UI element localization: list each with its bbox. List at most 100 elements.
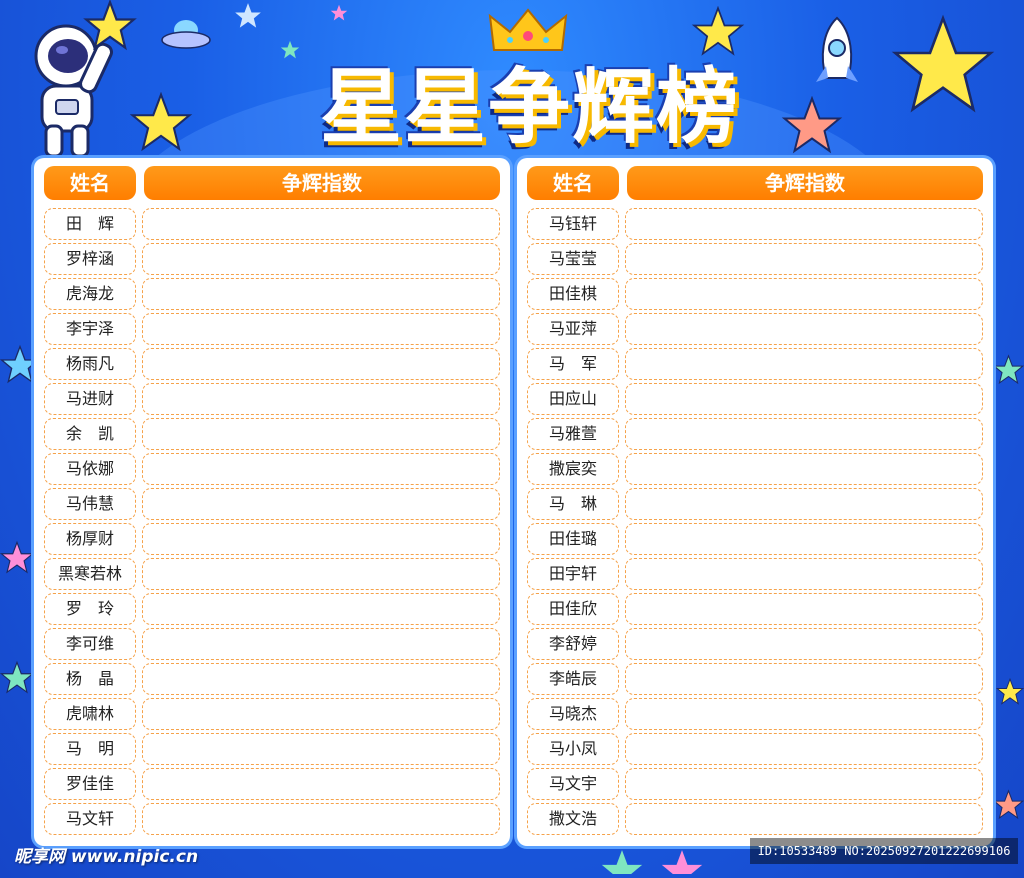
name-cell: 李宇泽 — [44, 313, 136, 345]
star-icon — [993, 789, 1024, 820]
table-row: 李皓辰 — [527, 663, 983, 695]
score-cell[interactable] — [142, 768, 500, 800]
name-cell: 田宇轩 — [527, 558, 619, 590]
score-header: 争辉指数 — [144, 166, 500, 200]
score-cell[interactable] — [625, 383, 983, 415]
score-cell[interactable] — [142, 313, 500, 345]
name-cell: 田应山 — [527, 383, 619, 415]
name-cell: 马钰轩 — [527, 208, 619, 240]
table-row: 余 凯 — [44, 418, 500, 450]
name-cell: 田 辉 — [44, 208, 136, 240]
name-cell: 马伟慧 — [44, 488, 136, 520]
name-cell: 马文轩 — [44, 803, 136, 835]
score-cell[interactable] — [142, 523, 500, 555]
name-cell: 马依娜 — [44, 453, 136, 485]
name-cell: 马小凤 — [527, 733, 619, 765]
star-icon — [993, 354, 1024, 385]
score-cell[interactable] — [625, 523, 983, 555]
table-row: 田宇轩 — [527, 558, 983, 590]
score-cell[interactable] — [142, 453, 500, 485]
name-cell: 马亚萍 — [527, 313, 619, 345]
star-icon — [235, 3, 261, 28]
score-cell[interactable] — [625, 418, 983, 450]
name-cell: 李皓辰 — [527, 663, 619, 695]
score-cell[interactable] — [625, 208, 983, 240]
name-cell: 马晓杰 — [527, 698, 619, 730]
score-cell[interactable] — [142, 628, 500, 660]
score-cell[interactable] — [625, 453, 983, 485]
name-cell: 田佳璐 — [527, 523, 619, 555]
score-cell[interactable] — [142, 663, 500, 695]
score-cell[interactable] — [625, 803, 983, 835]
name-cell: 马 明 — [44, 733, 136, 765]
name-header: 姓名 — [527, 166, 619, 200]
score-cell[interactable] — [142, 803, 500, 835]
star-icon — [0, 540, 34, 574]
table-row: 马文轩 — [44, 803, 500, 835]
table-row: 马进财 — [44, 383, 500, 415]
table-row: 马文宇 — [527, 768, 983, 800]
table-row: 马伟慧 — [44, 488, 500, 520]
name-cell: 田佳欣 — [527, 593, 619, 625]
table-row: 田佳璐 — [527, 523, 983, 555]
score-header: 争辉指数 — [627, 166, 983, 200]
score-cell[interactable] — [625, 488, 983, 520]
score-cell[interactable] — [625, 348, 983, 380]
score-cell[interactable] — [142, 243, 500, 275]
score-cell[interactable] — [142, 733, 500, 765]
table-row: 杨厚财 — [44, 523, 500, 555]
score-cell[interactable] — [142, 593, 500, 625]
table-row: 田 辉 — [44, 208, 500, 240]
table-row: 田应山 — [527, 383, 983, 415]
star-icon — [891, 14, 995, 113]
star-icon — [83, 0, 137, 51]
score-cell[interactable] — [625, 593, 983, 625]
name-cell: 田佳棋 — [527, 278, 619, 310]
table-row: 马小凤 — [527, 733, 983, 765]
score-cell[interactable] — [142, 488, 500, 520]
name-cell: 罗梓涵 — [44, 243, 136, 275]
score-cell[interactable] — [625, 733, 983, 765]
score-cell[interactable] — [625, 558, 983, 590]
score-cell[interactable] — [142, 208, 500, 240]
name-cell: 马莹莹 — [527, 243, 619, 275]
score-cell[interactable] — [625, 663, 983, 695]
table-row: 罗梓涵 — [44, 243, 500, 275]
name-cell: 余 凯 — [44, 418, 136, 450]
score-cell[interactable] — [625, 243, 983, 275]
ufo-icon — [161, 20, 211, 49]
table-row: 马 琳 — [527, 488, 983, 520]
page-title: 星星争辉榜 — [319, 60, 740, 155]
score-cell[interactable] — [142, 558, 500, 590]
score-cell[interactable] — [142, 418, 500, 450]
score-cell[interactable] — [625, 698, 983, 730]
right-panel: 姓名 争辉指数 马钰轩 马莹莹 田佳棋 马亚萍马 军田应山 马雅萱 撒宸奕马 琳田佳璐 田宇… — [517, 158, 993, 846]
name-cell: 杨厚财 — [44, 523, 136, 555]
score-cell[interactable] — [142, 348, 500, 380]
table-row: 虎啸林 — [44, 698, 500, 730]
name-cell: 虎啸林 — [44, 698, 136, 730]
name-cell: 罗 玲 — [44, 593, 136, 625]
name-cell: 黑寒若林 — [44, 558, 136, 590]
name-cell: 罗佳佳 — [44, 768, 136, 800]
score-cell[interactable] — [142, 278, 500, 310]
table-row: 撒文浩 — [527, 803, 983, 835]
score-cell[interactable] — [142, 383, 500, 415]
score-cell[interactable] — [625, 313, 983, 345]
table-row: 撒宸奕 — [527, 453, 983, 485]
table-row: 杨 晶 — [44, 663, 500, 695]
table-row: 马 军 — [527, 348, 983, 380]
score-cell[interactable] — [625, 628, 983, 660]
name-cell: 马文宇 — [527, 768, 619, 800]
star-icon — [661, 850, 703, 874]
star-icon — [330, 4, 348, 21]
star-icon — [601, 850, 643, 874]
name-cell: 马雅萱 — [527, 418, 619, 450]
table-row: 李可维 — [44, 628, 500, 660]
score-cell[interactable] — [625, 278, 983, 310]
score-cell[interactable] — [142, 698, 500, 730]
score-cell[interactable] — [625, 768, 983, 800]
table-row: 马亚萍 — [527, 313, 983, 345]
left-panel: 姓名 争辉指数 田 辉罗梓涵 虎海龙 李宇泽 杨雨凡 马进财余 凯马依娜 马伟慧 杨厚财 黑寒… — [34, 158, 510, 846]
name-header: 姓名 — [44, 166, 136, 200]
